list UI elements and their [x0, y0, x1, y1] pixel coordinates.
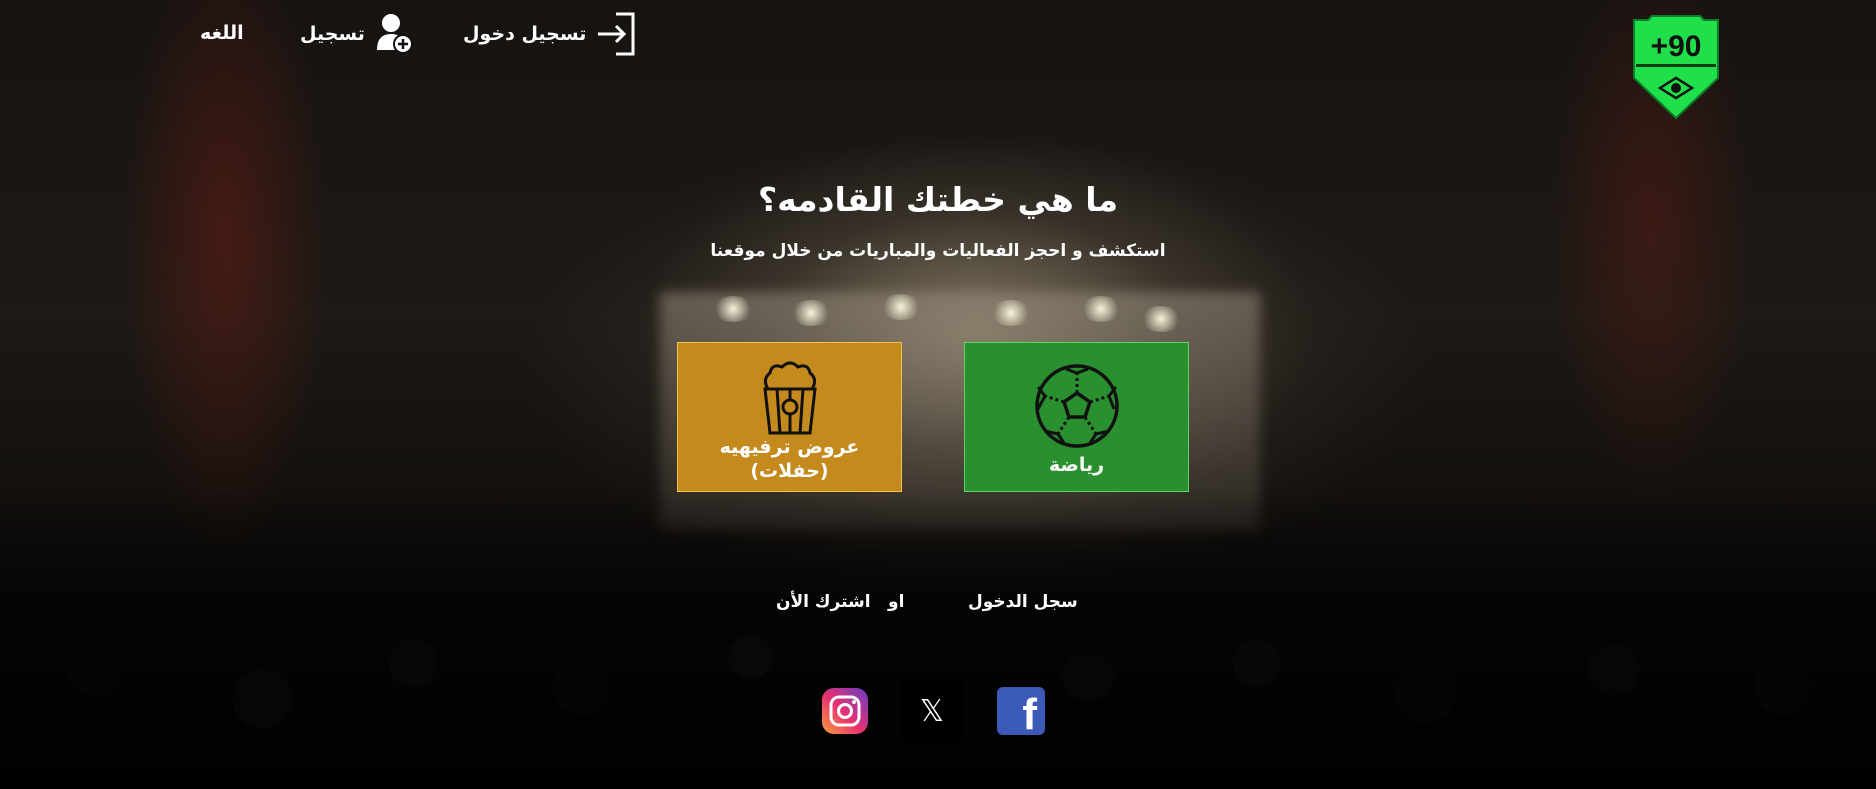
- facebook-icon: f: [997, 687, 1045, 735]
- sports-category-label: رياضة: [1048, 454, 1105, 476]
- soccer-ball-icon: [1034, 364, 1119, 448]
- sports-category-card[interactable]: رياضة: [964, 342, 1189, 492]
- x-icon: 𝕏: [919, 693, 945, 729]
- instagram-icon: [822, 688, 868, 734]
- entertainment-category-label: عروض ترفيهيه (حفلات): [719, 436, 860, 482]
- logo-text: +90: [1651, 30, 1702, 63]
- x-link[interactable]: 𝕏: [901, 680, 963, 742]
- register-label: تسجيل: [300, 23, 365, 45]
- entertainment-category-card[interactable]: عروض ترفيهيه (حفلات): [677, 342, 902, 492]
- background-concert-image: [0, 0, 1876, 789]
- signup-link[interactable]: اشترك الأن: [776, 592, 871, 612]
- instagram-link[interactable]: [814, 680, 876, 742]
- crowd-silhouette: [0, 489, 1876, 789]
- logo[interactable]: +90: [1630, 14, 1722, 120]
- login-label: تسجيل دخول: [463, 23, 587, 45]
- register-button[interactable]: تسجيل: [300, 12, 415, 56]
- facebook-link[interactable]: f: [990, 680, 1052, 742]
- popcorn-icon: [762, 361, 817, 435]
- language-menu[interactable]: اللغه: [200, 22, 244, 44]
- login-icon: [598, 12, 635, 56]
- language-label: اللغه: [200, 22, 244, 44]
- facebook-glyph: f: [1022, 690, 1037, 736]
- page-subtitle: استكشف و احجز الفعاليات والمباريات من خل…: [710, 241, 1166, 261]
- add-user-icon: [376, 14, 413, 54]
- page-title: ما هي خطتك القادمه؟: [757, 180, 1119, 219]
- or-text: او: [888, 592, 905, 612]
- login-link[interactable]: سجل الدخول: [968, 592, 1078, 612]
- login-button[interactable]: تسجيل دخول: [463, 12, 636, 56]
